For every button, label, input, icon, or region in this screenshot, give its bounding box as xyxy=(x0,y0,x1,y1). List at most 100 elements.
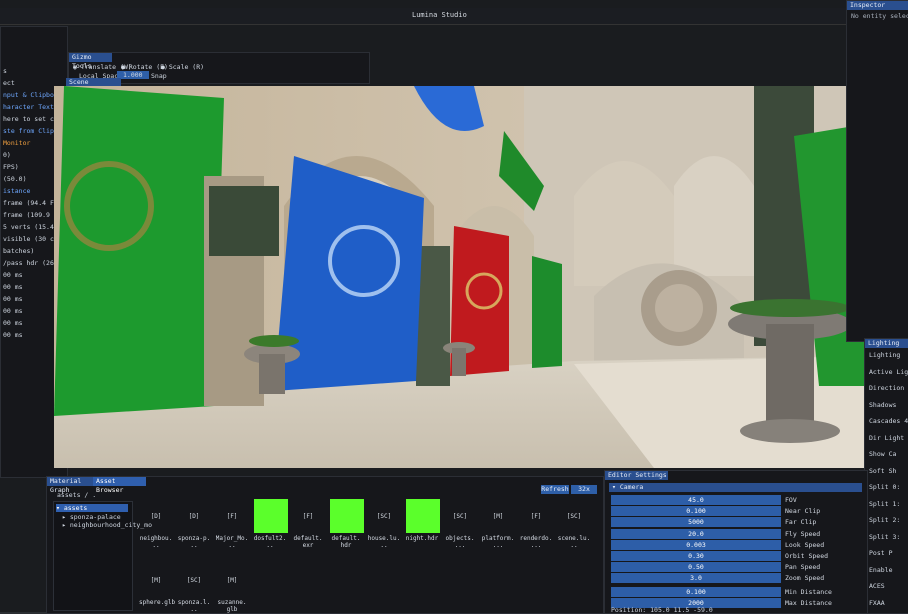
asset-item[interactable]: [F] renderdo. ... xyxy=(519,499,555,549)
asset-item[interactable]: [SC] sponza.l. .. xyxy=(177,563,213,613)
asset-item[interactable]: night.hdr xyxy=(405,499,441,542)
asset-name: scene.lu. .. xyxy=(557,535,591,549)
asset-item[interactable]: [D] sponza-p. .. xyxy=(177,499,213,549)
lighting-line[interactable]: Soft Sh xyxy=(869,467,896,475)
editor-settings-panel: Editor Settings ▾ Camera 45.0 FOV 0.100 Nea… xyxy=(604,470,868,614)
lighting-line: Split 2: xyxy=(869,516,901,524)
lighting-line: Split 0: xyxy=(869,483,901,491)
asset-item[interactable]: [D] neighbou. .. xyxy=(139,499,175,549)
left-panel-line: FPS) xyxy=(3,163,19,171)
asset-name: default. hdr xyxy=(331,535,361,549)
asset-name: sponza-p. .. xyxy=(177,535,211,549)
left-panel-line: ect xyxy=(3,79,15,87)
asset-item[interactable]: dosfult2. .. xyxy=(253,499,289,549)
scene-viewport[interactable] xyxy=(54,86,866,468)
title-bar: Lumina Studio xyxy=(0,8,852,25)
camera-setting-label: Max Distance xyxy=(785,598,832,607)
camera-setting-label: Near Clip xyxy=(785,507,821,516)
refresh-button[interactable]: Refresh xyxy=(541,485,569,494)
asset-type-tag: [F] xyxy=(530,513,542,520)
lighting-line[interactable]: Enable xyxy=(869,566,892,574)
tree-item-sponza[interactable]: ▸ sponza-palace xyxy=(62,513,121,521)
sponza-scene-render xyxy=(54,86,866,468)
camera-setting-slider[interactable]: 20.0 xyxy=(611,528,781,539)
camera-setting-label: FOV xyxy=(785,496,797,504)
snap-value-field[interactable]: 1.000 xyxy=(117,71,149,79)
gizmo-mode-scale[interactable]: ● Scale (R) xyxy=(161,63,204,71)
editor-settings-header: Editor Settings xyxy=(605,471,668,480)
asset-name: suzanne. glb xyxy=(217,599,247,613)
camera-setting-slider[interactable]: 0.100 xyxy=(611,506,781,517)
snap-label: Snap xyxy=(151,72,167,80)
left-panel-line: s xyxy=(3,67,7,75)
asset-item[interactable]: [M] sphere.glb xyxy=(139,563,175,606)
camera-setting-slider[interactable]: 5000 xyxy=(611,517,781,528)
left-panel-line: 00 ms xyxy=(3,283,23,291)
asset-name: neighbou. .. xyxy=(139,535,173,549)
asset-item[interactable]: [M] platform. ... xyxy=(481,499,517,549)
inspector-header: Inspector xyxy=(847,1,908,10)
camera-setting-label: Min Distance xyxy=(785,587,832,596)
asset-name: default. exr xyxy=(293,535,323,549)
asset-type-tag: [F] xyxy=(226,513,238,520)
asset-type-tag: [SC] xyxy=(452,513,468,520)
left-panel-line: 5 verts (15.4K) xyxy=(3,223,62,231)
camera-setting-label: Pan Speed xyxy=(785,563,821,572)
asset-item[interactable]: [SC] house.lu. .. xyxy=(367,499,403,549)
tab-material-graph[interactable]: Material Graph xyxy=(47,477,94,494)
asset-type-tag: [M] xyxy=(226,577,238,584)
asset-thumbnail xyxy=(330,499,364,533)
left-panel-line: 0) xyxy=(3,151,11,159)
left-panel-line: 00 ms xyxy=(3,307,23,315)
camera-setting-slider[interactable]: 0.50 xyxy=(611,562,781,573)
asset-type-tag: [SC] xyxy=(186,577,202,584)
tree-item-assets[interactable]: ▾ assets xyxy=(56,504,128,512)
asset-name: renderdo. ... xyxy=(519,535,553,549)
camera-setting-slider[interactable]: 45.0 xyxy=(611,495,781,505)
camera-setting-slider[interactable]: 0.003 xyxy=(611,539,781,550)
lighting-line: Split 3: xyxy=(869,532,901,541)
asset-type-tag: [D] xyxy=(150,513,162,520)
inspector-panel: Inspector No entity selected xyxy=(846,0,908,342)
asset-item[interactable]: [SC] objects. ... xyxy=(443,499,479,549)
window-title: Lumina Studio xyxy=(412,11,467,19)
left-panel-line: istance xyxy=(3,187,31,195)
lighting-line[interactable]: Show Ca xyxy=(869,450,896,458)
camera-setting-label: Look Speed xyxy=(785,540,825,549)
lighting-line: Shadows xyxy=(869,400,897,409)
asset-type-tag: [M] xyxy=(492,513,504,520)
asset-item[interactable]: default. hdr xyxy=(329,499,365,549)
tab-asset-browser[interactable]: Asset Browser xyxy=(93,477,146,494)
asset-browser-panel: Material Graph Asset Browser assets / . … xyxy=(46,476,604,614)
asset-path-breadcrumb: assets / . xyxy=(57,491,97,499)
asset-name: Major_Mo. .. xyxy=(215,535,249,549)
asset-name: night.hdr xyxy=(405,535,439,542)
left-panel-line: 00 ms xyxy=(3,331,23,339)
asset-item[interactable]: [SC] scene.lu. .. xyxy=(557,499,593,549)
asset-item[interactable]: [F] Major_Mo. .. xyxy=(215,499,251,549)
left-panel-line: 00 ms xyxy=(3,319,23,327)
camera-setting-slider[interactable]: 0.30 xyxy=(611,551,781,561)
left-panel-line: 00 ms xyxy=(3,271,23,279)
asset-name: platform. ... xyxy=(481,535,515,549)
thumbnail-size-button[interactable]: 32x xyxy=(571,485,597,494)
asset-item[interactable]: [F] default. exr xyxy=(291,499,327,549)
camera-section-header[interactable]: ▾ Camera xyxy=(609,483,862,492)
asset-thumbnail xyxy=(254,499,288,533)
lighting-line: Post P xyxy=(869,549,893,557)
camera-setting-slider[interactable]: 0.100 xyxy=(611,586,781,597)
left-panel-line: 00 ms xyxy=(3,295,23,303)
asset-name: objects. ... xyxy=(445,535,475,549)
asset-type-tag: [F] xyxy=(302,513,314,520)
lighting-line: Dir Light ( xyxy=(869,433,908,442)
camera-setting-label: Fly Speed xyxy=(785,529,821,538)
lighting-line[interactable]: FXAA xyxy=(869,599,885,607)
asset-name: sphere.glb xyxy=(139,599,176,606)
asset-item[interactable]: [M] suzanne. glb xyxy=(215,563,251,613)
asset-tree: ▾ assets ▸ sponza-palace ▸ neighbourhood… xyxy=(53,501,152,611)
camera-setting-slider[interactable]: 3.0 xyxy=(611,573,781,584)
lighting-line: ACES xyxy=(869,582,885,590)
asset-thumbnail xyxy=(406,499,440,533)
lighting-line: Lighting xyxy=(869,351,901,359)
lighting-line: Active Light xyxy=(869,367,908,376)
